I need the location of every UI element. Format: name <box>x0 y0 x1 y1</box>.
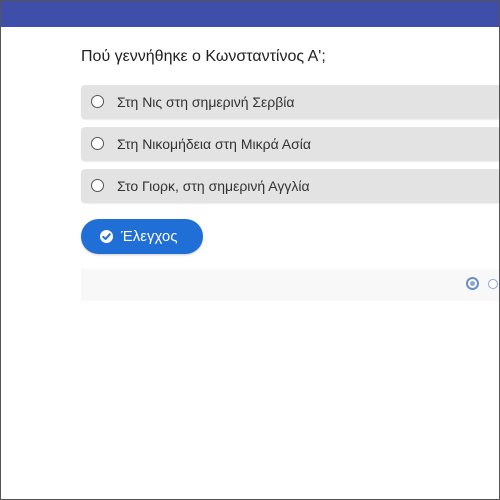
radio-button[interactable] <box>91 137 104 150</box>
check-button-label: Έλεγχος <box>121 228 178 245</box>
answer-option-1[interactable]: Στη Νις στη σημερινή Σερβία <box>81 85 499 119</box>
check-button[interactable]: Έλεγχος <box>81 219 203 254</box>
pager-dot-current[interactable] <box>466 277 479 290</box>
check-circle-icon <box>100 230 113 243</box>
answer-option-label: Στη Νικομήδεια στη Μικρά Ασία <box>117 136 311 152</box>
quiz-frame: Πού γεννήθηκε ο Κωνσταντίνος Α'; Στη Νις… <box>0 0 500 500</box>
pager-band <box>81 269 499 301</box>
answer-option-2[interactable]: Στη Νικομήδεια στη Μικρά Ασία <box>81 127 499 161</box>
question-text: Πού γεννήθηκε ο Κωνσταντίνος Α'; <box>81 48 326 65</box>
answer-option-3[interactable]: Στο Γιορκ, στη σημερινή Αγγλία <box>81 169 499 203</box>
radio-button[interactable] <box>91 95 104 108</box>
answer-option-label: Στη Νις στη σημερινή Σερβία <box>117 94 295 110</box>
radio-button[interactable] <box>91 179 104 192</box>
top-bar <box>1 1 499 27</box>
pager-dot-next[interactable] <box>488 279 498 289</box>
answer-option-label: Στο Γιορκ, στη σημερινή Αγγλία <box>117 178 310 194</box>
